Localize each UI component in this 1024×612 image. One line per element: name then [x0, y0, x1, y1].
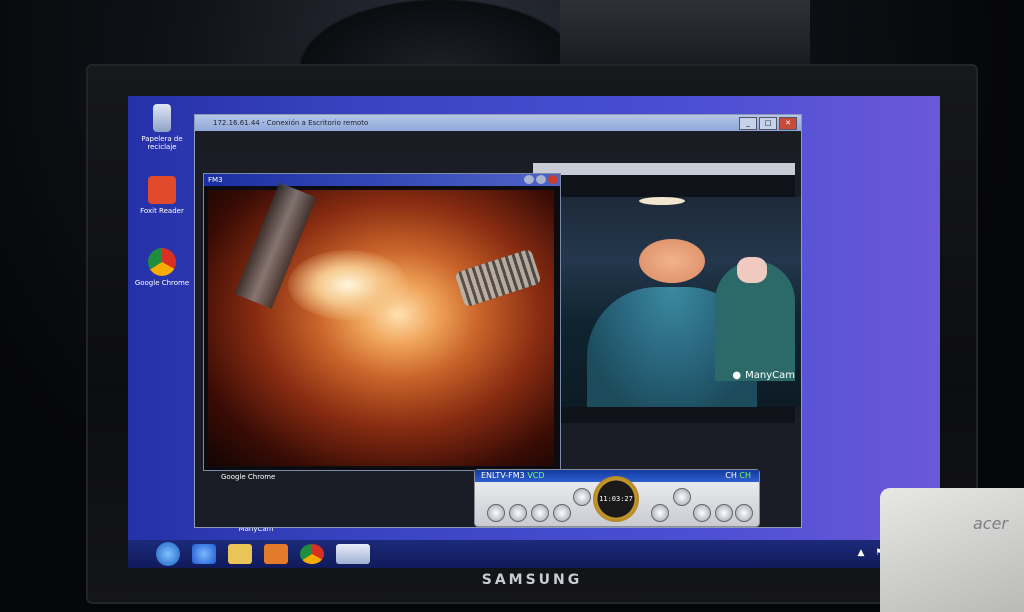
player-channel: CH CH [725, 471, 751, 480]
desktop-icon-recycle-bin[interactable]: Papelera de reciclaje [132, 104, 192, 151]
power-button[interactable] [487, 504, 505, 522]
player-clock: 11:03:27 [593, 476, 639, 522]
remote-desktop-taskbar-icon[interactable] [336, 544, 370, 564]
tv-player[interactable]: ENLTV-FM3 VCD CH CH 11:03:27 [474, 469, 760, 527]
desktop-icon-label: Papelera de reciclaje [141, 135, 183, 151]
background-panel [560, 0, 810, 65]
prev-channel-button[interactable] [693, 504, 711, 522]
surgical-instrument [234, 182, 317, 309]
desktop-icon-chrome[interactable]: Google Chrome [132, 248, 192, 287]
surgeon-cap [639, 239, 705, 283]
desktop-screen: Papelera de reciclaje Foxit Reader Googl… [128, 96, 940, 568]
close-button[interactable]: ✕ [779, 117, 797, 130]
taskbar: ▲ ⚑ ▣ ◀) [128, 540, 940, 568]
ie-taskbar-icon[interactable] [192, 544, 216, 564]
desktop-icon-label: Google Chrome [134, 279, 190, 287]
surgical-lamp [639, 197, 685, 205]
next-channel-button[interactable] [715, 504, 733, 522]
minimize-button[interactable]: _ [739, 117, 757, 130]
media-taskbar-icon[interactable] [264, 544, 288, 564]
fm3-window-controls [524, 175, 558, 184]
pause-button[interactable] [651, 504, 669, 522]
play-button[interactable] [531, 504, 549, 522]
laptop-lid: acer [880, 488, 1024, 612]
chrome-taskbar-icon[interactable] [300, 544, 324, 564]
fm3-title: FM3 [204, 174, 560, 186]
camera-window-header [533, 163, 795, 175]
chrome-icon [148, 248, 176, 276]
foxit-reader-icon [148, 176, 176, 204]
rewind-button[interactable] [509, 504, 527, 522]
viewer-head-silhouette [300, 0, 580, 70]
camera-window[interactable]: ManyCam [533, 163, 801, 423]
player-title: ENLTV-FM3 VCD [481, 471, 545, 480]
record-button[interactable] [673, 488, 691, 506]
manycam-watermark: ManyCam [732, 370, 795, 381]
nurse-mask [737, 257, 767, 283]
close-button[interactable] [548, 175, 558, 184]
folder-taskbar-icon[interactable] [228, 544, 252, 564]
operating-room-feed: ManyCam [539, 197, 801, 407]
window-title: 172.16.61.44 - Conexión a Escritorio rem… [195, 115, 801, 131]
volume-button[interactable] [735, 504, 753, 522]
desktop-icon-foxit[interactable]: Foxit Reader [132, 176, 192, 215]
maximize-button[interactable]: □ [759, 117, 777, 130]
stop-button[interactable] [553, 504, 571, 522]
window-menu-bar [195, 131, 801, 153]
capture-button[interactable] [573, 488, 591, 506]
minimize-button[interactable] [524, 175, 534, 184]
monitor-brand: SAMSUNG [481, 572, 583, 588]
endoscope-video-feed [208, 182, 554, 466]
recycle-bin-icon [153, 104, 171, 132]
laptop-brand: acer [972, 514, 1008, 533]
desktop-icon-label: Foxit Reader [140, 207, 184, 215]
maximize-button[interactable] [536, 175, 546, 184]
fm3-video-window[interactable]: FM3 [203, 173, 561, 471]
remote-desktop-window[interactable]: 172.16.61.44 - Conexión a Escritorio rem… [194, 114, 802, 528]
window-controls: _ □ ✕ [739, 117, 797, 130]
chrome-label: Google Chrome [221, 473, 276, 481]
start-button[interactable] [156, 542, 180, 566]
